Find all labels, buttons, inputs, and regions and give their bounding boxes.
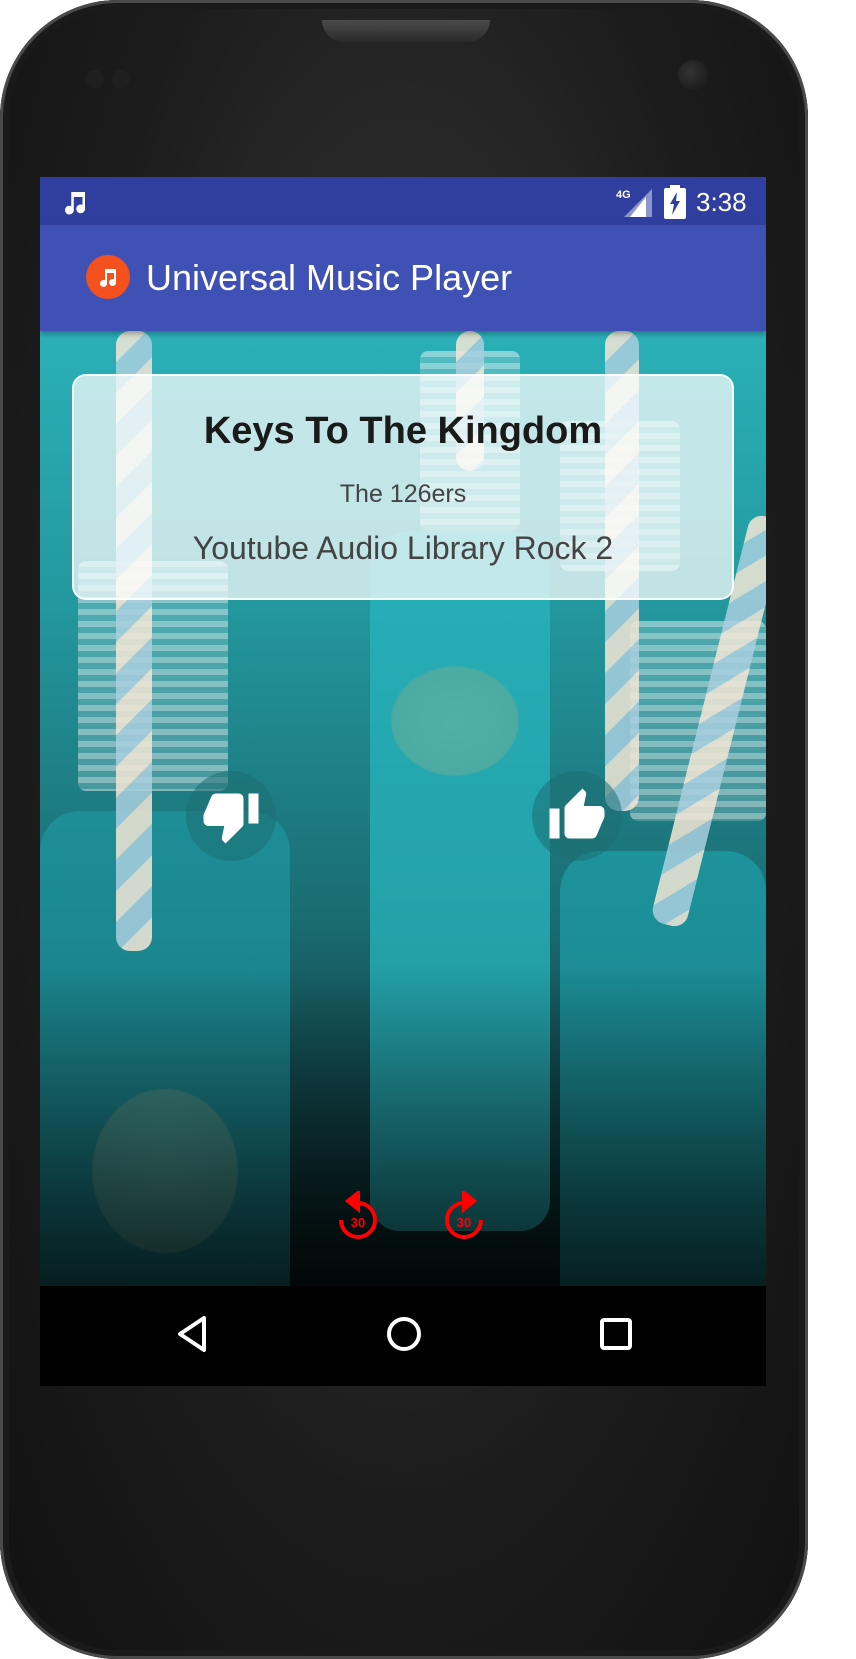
status-time: 3:38	[696, 187, 747, 217]
thumbs-down-icon	[203, 793, 259, 844]
recents-icon[interactable]	[586, 1304, 646, 1364]
replay-30-button[interactable]: 30	[334, 1188, 382, 1243]
replay-30-icon: 30	[339, 1188, 377, 1239]
track-title: Keys To The Kingdom	[203, 410, 603, 452]
sensor	[86, 70, 104, 88]
like-button[interactable]	[532, 771, 622, 861]
sensor	[112, 70, 130, 88]
music-note-icon	[100, 269, 117, 287]
back-icon[interactable]	[162, 1304, 222, 1364]
battery-charging-icon	[664, 185, 686, 219]
network-type: 4G	[616, 189, 631, 201]
track-info-card: Keys To The Kingdom The 126ers Youtube A…	[72, 374, 734, 600]
forward-30-icon: 30	[445, 1188, 483, 1239]
speaker-grill	[322, 20, 490, 42]
app-title: Universal Music Player	[146, 257, 513, 298]
front-camera	[678, 60, 708, 90]
dislike-button[interactable]	[186, 771, 276, 861]
replay-30-label: 30	[351, 1215, 365, 1230]
navigation-bar	[40, 1286, 766, 1386]
app-bar: Universal Music Player	[40, 225, 766, 331]
forward-30-label: 30	[457, 1215, 471, 1230]
screen: 4G 3:38 Universal Music Player Keys To T…	[40, 177, 766, 1386]
album-art: Keys To The Kingdom The 126ers Youtube A…	[40, 331, 766, 1386]
thumbs-up-icon	[549, 788, 605, 839]
track-album: Youtube Audio Library Rock 2	[192, 530, 614, 566]
music-note-icon	[65, 192, 86, 215]
status-bar: 4G 3:38	[40, 177, 766, 225]
signal-icon: 4G	[616, 189, 652, 217]
forward-30-button[interactable]: 30	[440, 1188, 488, 1243]
track-artist: The 126ers	[339, 480, 467, 508]
phone-frame: 4G 3:38 Universal Music Player Keys To T…	[0, 0, 808, 1659]
app-logo	[86, 255, 130, 299]
home-icon[interactable]	[374, 1304, 434, 1364]
